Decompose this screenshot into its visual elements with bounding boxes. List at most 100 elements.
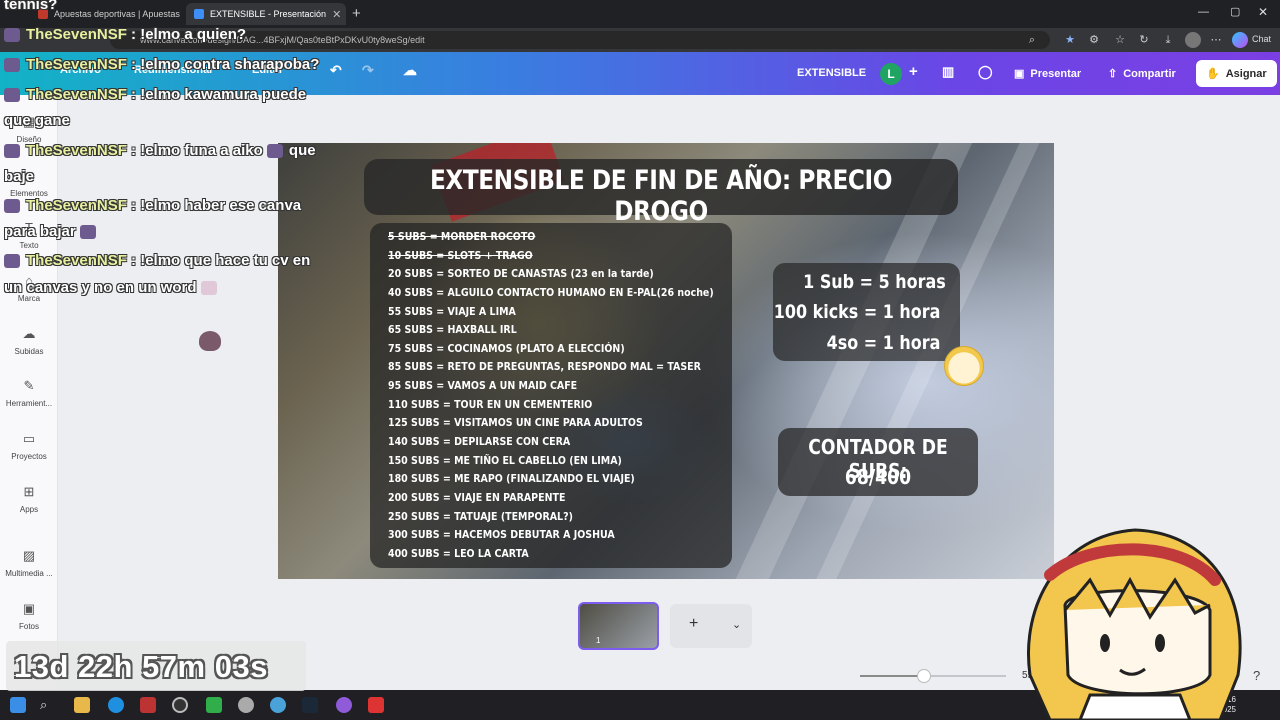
sidebar-item-multimedia[interactable]: ▨ Multimedia ... (0, 547, 58, 578)
sub-goal-item[interactable]: 20 SUBS = SORTEO DE CANASTAS (23 en la t… (388, 265, 698, 284)
counter-value[interactable]: 68/400 (792, 465, 964, 489)
tab-extensible[interactable]: EXTENSIBLE - Presentación ✕ (186, 3, 346, 25)
app-icon[interactable] (238, 697, 254, 713)
present-button[interactable]: ▣ Presentar (1004, 60, 1091, 87)
history-icon[interactable]: ↻ (1136, 32, 1152, 48)
sidebar-item-fotos[interactable]: ▣ Fotos (0, 600, 58, 631)
sub-goal-item[interactable]: 110 SUBS = TOUR EN UN CEMENTERIO (388, 396, 698, 415)
upload-cloud-icon: ☁ (22, 326, 36, 341)
chat-message: TheSevenNSF : !elmo a quien? (4, 26, 246, 43)
sub-goal-item[interactable]: 180 SUBS = ME RAPO (FINALIZANDO EL VIAJE… (388, 470, 698, 489)
chat-text: que (288, 142, 316, 159)
chat-message: TheSevenNSF : !elmo contra sharapoba? (4, 56, 319, 73)
sub-goal-item[interactable]: 400 SUBS = LEO LA CARTA (388, 545, 698, 564)
sub-goal-item[interactable]: 300 SUBS = HACEMOS DEBUTAR A JOSHUA (388, 526, 698, 545)
obs-icon[interactable] (172, 697, 188, 713)
undo-icon[interactable]: ↶ (330, 62, 342, 79)
assign-button[interactable]: ✋ Asignar (1196, 60, 1277, 87)
chat-text: un canvas y no en un word (4, 279, 197, 296)
favorites-icon[interactable]: ☆ (1112, 32, 1128, 48)
add-collaborator-icon[interactable]: + (909, 63, 918, 80)
sub-goal-item[interactable]: 200 SUBS = VIAJE EN PARAPENTE (388, 489, 698, 508)
folder-icon: ▭ (22, 431, 36, 446)
app-icon[interactable] (368, 697, 384, 713)
comment-icon[interactable]: ◯ (978, 64, 993, 80)
sub-goal-item[interactable]: 140 SUBS = DEPILARSE CON CERA (388, 433, 698, 452)
chat-text: : !elmo contra sharapoba? (131, 56, 320, 73)
chevron-down-icon[interactable]: ⌄ (732, 618, 741, 631)
chat-emote-icon (200, 281, 217, 296)
profile-avatar[interactable] (1185, 32, 1201, 48)
sub-goals-list[interactable]: 5 SUBS = MORDER ROCOTO 10 SUBS = SLOTS + … (388, 228, 748, 564)
maximize-icon[interactable]: ▢ (1230, 5, 1240, 18)
sub-goal-item[interactable]: 65 SUBS = HAXBALL IRL (388, 321, 698, 340)
present-icon: ▣ (1014, 68, 1025, 80)
app-icon[interactable] (140, 697, 156, 713)
overlay-top-text: tennis? (4, 0, 58, 13)
sidebar-item-subidas[interactable]: ☁ Subidas (0, 325, 58, 356)
sidebar-item-label: Subidas (14, 347, 44, 356)
search-icon[interactable]: ⌕ (40, 697, 56, 713)
sub-goal-item[interactable]: 95 SUBS = VAMOS A UN MAID CAFE (388, 377, 698, 396)
doc-title[interactable]: EXTENSIBLE (797, 67, 866, 79)
app-icon[interactable] (206, 697, 222, 713)
extensions-icon[interactable]: ⚙ (1086, 32, 1102, 48)
mascot-eye-left (1100, 634, 1110, 652)
presentation-slide[interactable]: EXTENSIBLE DE FIN DE AÑO: PRECIO DROGO 5… (278, 143, 1054, 579)
rate-sub[interactable]: 1 Sub = 5 horas (803, 271, 946, 293)
sub-goal-item[interactable]: 40 SUBS = ALGUILO CONTACTO HUMANO EN E-P… (388, 284, 714, 303)
windows-start-icon[interactable] (10, 697, 26, 713)
sidebar-item-herramientas[interactable]: ✎ Herramient... (0, 377, 58, 408)
edge-icon[interactable] (108, 697, 124, 713)
chat-emote-icon (79, 225, 96, 240)
chat-username: TheSevenNSF (26, 142, 127, 159)
sub-goal-item[interactable]: 75 SUBS = COCINAMOS (PLATO A ELECCIÓN) (388, 340, 698, 359)
sub-goal-item[interactable]: 55 SUBS = VIAJE A LIMA (388, 303, 698, 322)
redo-icon[interactable]: ↷ (362, 62, 374, 79)
close-window-icon[interactable]: ✕ (1258, 5, 1268, 19)
sub-goal-item[interactable]: 250 SUBS = TATUAJE (TEMPORAL?) (388, 508, 698, 527)
file-explorer-icon[interactable] (74, 697, 90, 713)
stream-timer: 13d 22h 57m 03s (14, 649, 268, 684)
bookmark-star-icon[interactable]: ★ (1062, 32, 1078, 48)
rate-kicks[interactable]: 100 kicks = 1 hora (773, 301, 940, 323)
sub-goal-item[interactable]: 10 SUBS = SLOTS + TRAGO (388, 247, 698, 266)
chat-emote-icon (4, 144, 20, 159)
sub-goal-item[interactable]: 85 SUBS = RETO DE PREGUNTAS, RESPONDO MA… (388, 358, 701, 377)
steam-icon[interactable] (302, 697, 318, 713)
sub-goal-item[interactable]: 5 SUBS = MORDER ROCOTO (388, 228, 698, 247)
present-label: Presentar (1030, 67, 1082, 80)
sub-goal-item[interactable]: 150 SUBS = ME TIÑO EL CABELLO (EN LIMA) (388, 452, 698, 471)
cat-emote-icon (199, 331, 221, 351)
new-tab-button[interactable]: + (352, 5, 361, 22)
chat-text: : !elmo funa a aiko (131, 142, 263, 159)
more-menu-icon[interactable]: ⋯ (1208, 32, 1224, 48)
page-thumbnail[interactable]: 1 (578, 602, 659, 650)
collaborator-avatar[interactable]: L (880, 63, 902, 85)
minimize-icon[interactable]: — (1198, 6, 1209, 18)
chat-label[interactable]: Chat (1252, 34, 1271, 44)
download-icon[interactable]: ⤓ (1160, 32, 1176, 48)
chat-message: TheSevenNSF : !elmo haber ese canva (4, 197, 301, 214)
sub-goal-item[interactable]: 125 SUBS = VISITAMOS UN CINE PARA ADULTO… (388, 414, 698, 433)
browser-tab-bar: Apuestas deportivas | Apuestas on ✕ EXTE… (0, 0, 1280, 28)
analytics-icon[interactable]: ▥ (942, 64, 954, 80)
app-icon[interactable] (270, 697, 286, 713)
chat-wrap-text: un canvas y no en un word (4, 279, 223, 296)
add-page-button[interactable]: + ⌄ (670, 604, 752, 648)
sidebar-item-apps[interactable]: ⊞ Apps (0, 483, 58, 514)
photo-icon: ▣ (22, 601, 36, 616)
cloud-saved-icon[interactable]: ☁ (403, 62, 417, 79)
rate-4so[interactable]: 4so = 1 hora (826, 332, 940, 354)
app-icon[interactable] (336, 697, 352, 713)
mascot-sticker (944, 346, 984, 386)
zoom-search-icon[interactable]: ⌕ (1024, 32, 1040, 48)
copilot-icon[interactable] (1232, 32, 1248, 48)
share-button[interactable]: ⇧ Compartir (1098, 60, 1186, 87)
slide-title[interactable]: EXTENSIBLE DE FIN DE AÑO: PRECIO DROGO (406, 165, 917, 227)
close-tab-icon[interactable]: ✕ (332, 8, 341, 21)
chat-message: TheSevenNSF : !elmo funa a aiko que (4, 142, 316, 159)
url-field[interactable]: www.canva.com/design/DAG...4BFxjM/Qas0te… (110, 31, 1050, 49)
sidebar-item-proyectos[interactable]: ▭ Proyectos (0, 430, 58, 461)
chat-text: : !elmo haber ese canva (131, 197, 302, 214)
